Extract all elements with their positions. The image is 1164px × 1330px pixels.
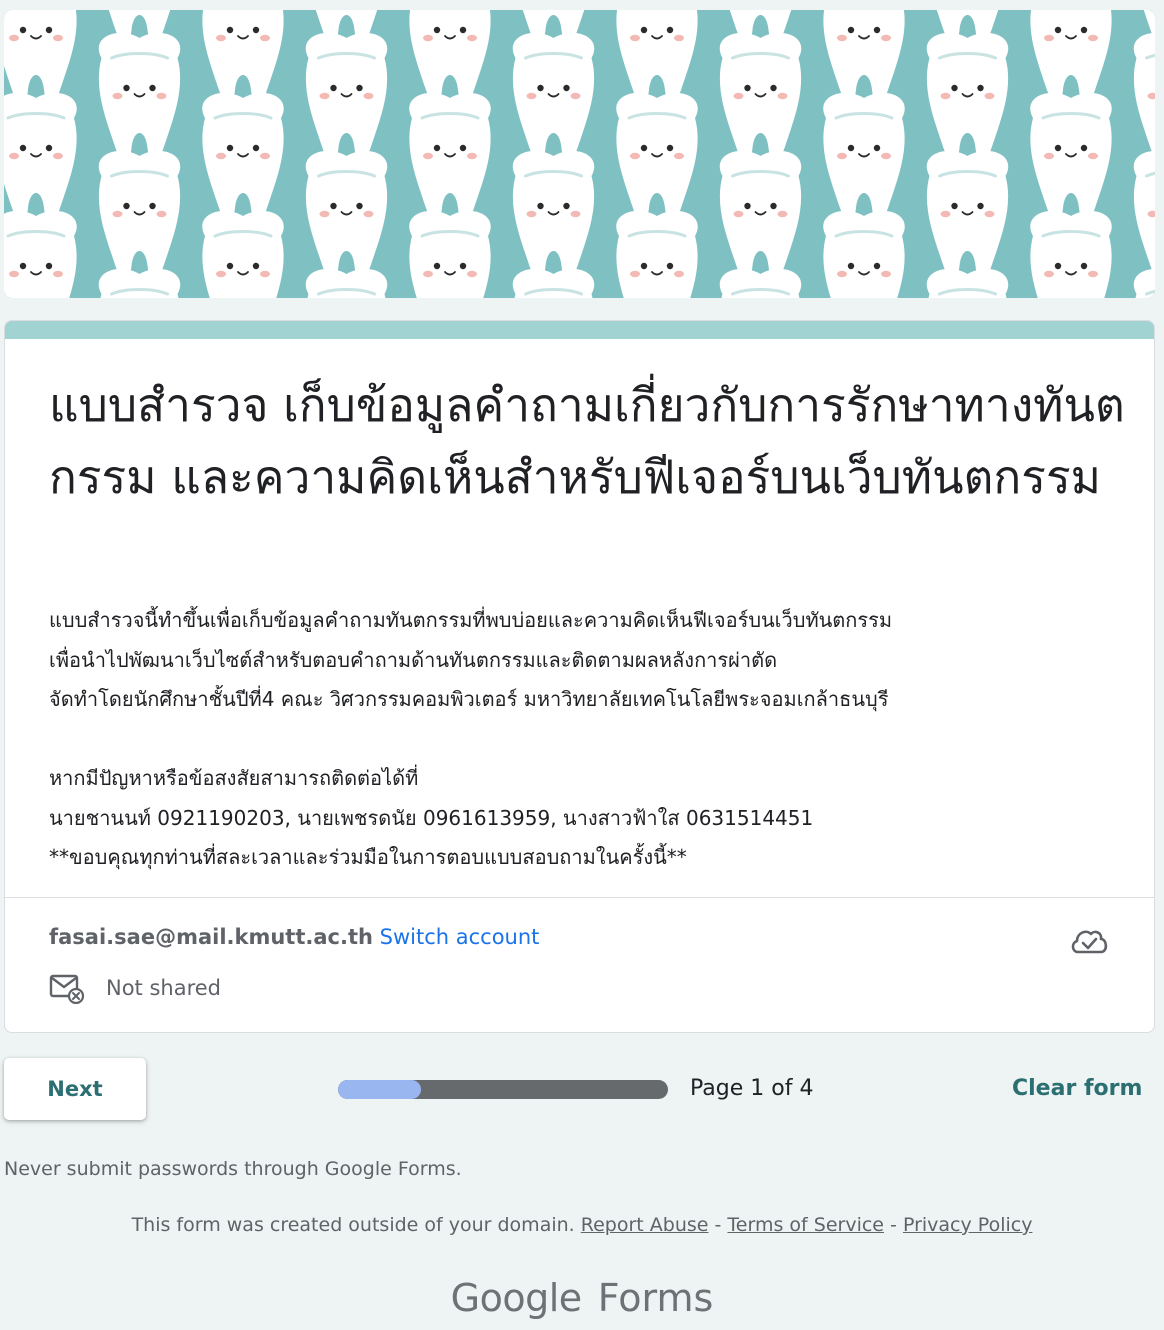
domain-notice: This form was created outside of your do…: [131, 1214, 575, 1236]
brand-google: Google: [450, 1276, 583, 1320]
tooth-icon: [614, 209, 700, 298]
page-indicator: Page 1 of 4: [690, 1076, 814, 1101]
tooth-icon: [200, 209, 286, 298]
tooth-icon: [1028, 209, 1114, 298]
form-description: แบบสำรวจนี้ทำขึ้นเพื่อเก็บข้อมูลคำถามทัน…: [49, 601, 1129, 878]
tooth-pattern-graphic: [4, 10, 1155, 298]
card-accent-bar: [5, 321, 1154, 339]
password-warning: Never submit passwords through Google Fo…: [4, 1158, 462, 1180]
privacy-policy-link[interactable]: Privacy Policy: [903, 1214, 1032, 1236]
contact-line: นายชานนท์ 0921190203, นายเพชรดนัย 096161…: [49, 805, 814, 830]
footer-separator: -: [890, 1214, 903, 1236]
footer-links: This form was created outside of your do…: [0, 1212, 1164, 1238]
section-divider: [5, 897, 1154, 898]
tooth-icon: [4, 209, 79, 298]
description-line: แบบสำรวจนี้ทำขึ้นเพื่อเก็บข้อมูลคำถามทัน…: [49, 608, 893, 632]
next-button[interactable]: Next: [4, 1058, 146, 1120]
switch-account-link[interactable]: Switch account: [380, 925, 540, 949]
progress-bar-fill: [338, 1080, 421, 1099]
mail-not-shared-icon: [49, 974, 85, 1004]
account-row: fasai.sae@mail.kmutt.ac.th Switch accoun…: [49, 923, 539, 951]
progress-bar: [338, 1080, 668, 1099]
cloud-saved-icon: [1071, 930, 1108, 954]
description-line: เพื่อนำไปพัฒนาเว็บไซต์สำหรับตอบคำถามด้าน…: [49, 647, 778, 672]
tooth-icon: [821, 209, 907, 298]
description-line: จัดทำโดยนักศึกษาชั้นปีที่4 คณะ วิศวกรรมค…: [49, 687, 889, 711]
description-line: หากมีปัญหาหรือข้อสงสัยสามารถติดต่อได้ที่: [49, 766, 419, 790]
share-status-row: Not shared: [49, 971, 221, 1005]
google-forms-logo[interactable]: Google Forms: [0, 1272, 1164, 1324]
report-abuse-link[interactable]: Report Abuse: [581, 1214, 709, 1236]
clear-form-button[interactable]: Clear form: [1012, 1074, 1142, 1104]
thanks-line: **ขอบคุณทุกท่านที่สละเวลาและร่วมมือในการ…: [49, 845, 687, 869]
share-status-text: Not shared: [106, 976, 222, 1000]
form-header-card: แบบสำรวจ เก็บข้อมูลคำถามเกี่ยวกับการรักษ…: [4, 320, 1155, 1033]
terms-of-service-link[interactable]: Terms of Service: [727, 1214, 884, 1236]
brand-product: Forms: [597, 1276, 714, 1320]
footer-separator: -: [714, 1214, 728, 1236]
account-email: fasai.sae@mail.kmutt.ac.th: [49, 925, 373, 949]
tooth-pattern-banner: [4, 10, 1155, 298]
form-title: แบบสำรวจ เก็บข้อมูลคำถามเกี่ยวกับการรักษ…: [49, 378, 1125, 504]
tooth-icon: [407, 209, 493, 298]
